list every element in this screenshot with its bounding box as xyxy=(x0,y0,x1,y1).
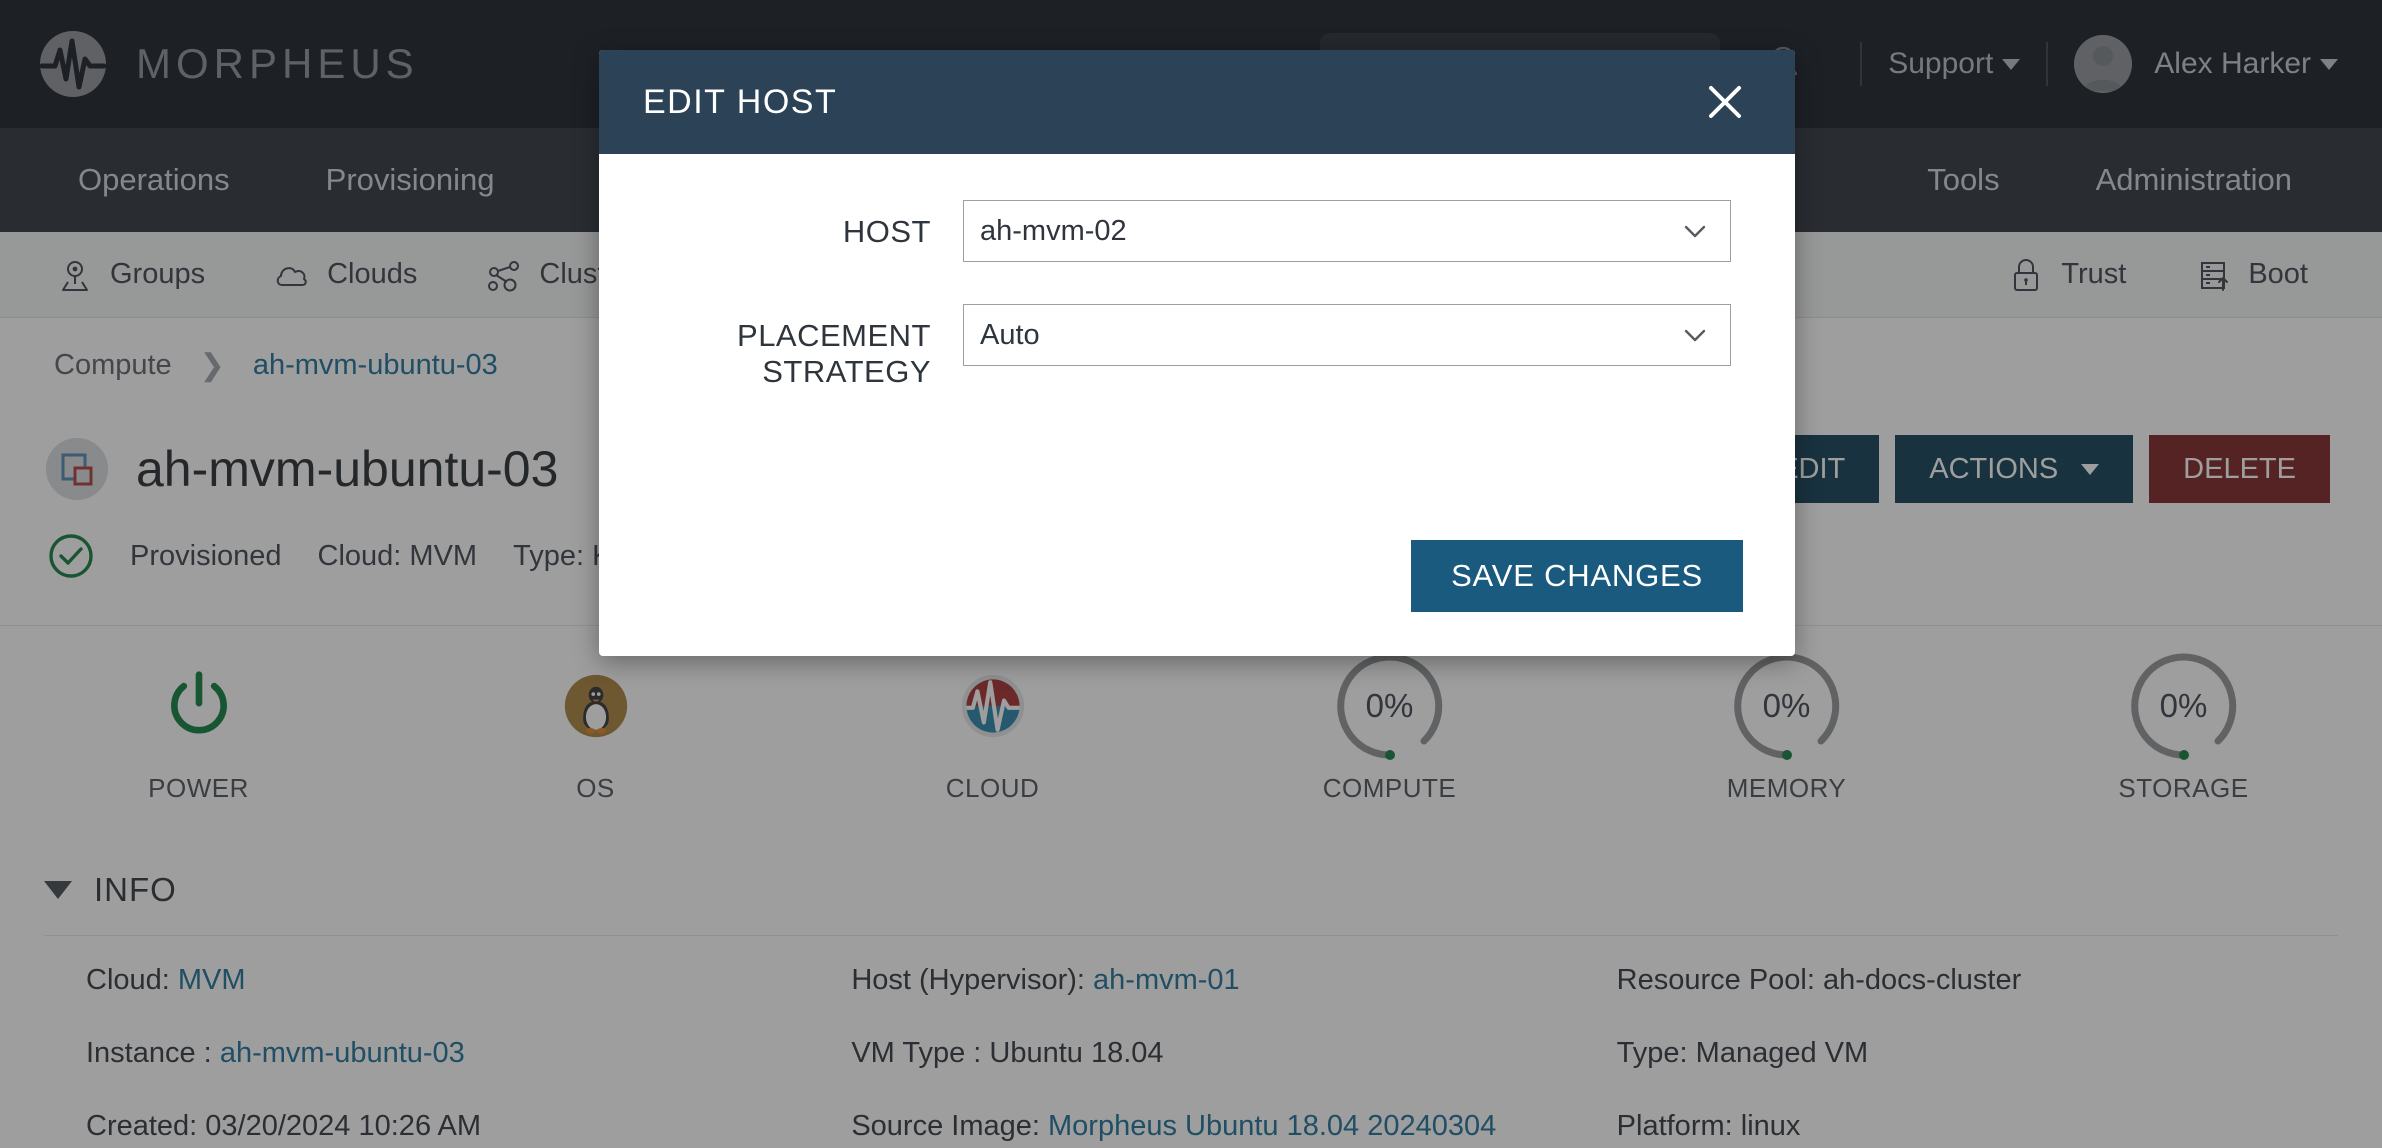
chevron-down-icon xyxy=(1680,320,1710,350)
save-changes-button[interactable]: SAVE CHANGES xyxy=(1411,540,1743,612)
placement-strategy-select-value: Auto xyxy=(980,318,1040,351)
form-row-placement-strategy: PLACEMENT STRATEGY Auto xyxy=(663,304,1731,389)
edit-host-modal: EDIT HOST HOST ah-mvm-02 PLACEMENT STRAT… xyxy=(599,50,1795,656)
close-x-icon[interactable] xyxy=(1699,76,1751,128)
modal-header: EDIT HOST xyxy=(599,50,1795,154)
modal-title: EDIT HOST xyxy=(643,82,838,121)
form-row-host: HOST ah-mvm-02 xyxy=(663,200,1731,262)
placement-strategy-field-label: PLACEMENT STRATEGY xyxy=(737,318,931,389)
chevron-down-icon xyxy=(1680,216,1710,246)
host-select-value: ah-mvm-02 xyxy=(980,214,1127,247)
host-field-label: HOST xyxy=(842,214,931,249)
modal-footer: SAVE CHANGES xyxy=(599,540,1795,656)
host-select[interactable]: ah-mvm-02 xyxy=(963,200,1731,262)
placement-strategy-select[interactable]: Auto xyxy=(963,304,1731,366)
app-root: MORPHEUS Support Alex Harker Operations … xyxy=(0,0,2382,1148)
modal-body: HOST ah-mvm-02 PLACEMENT STRATEGY Auto xyxy=(599,154,1795,540)
